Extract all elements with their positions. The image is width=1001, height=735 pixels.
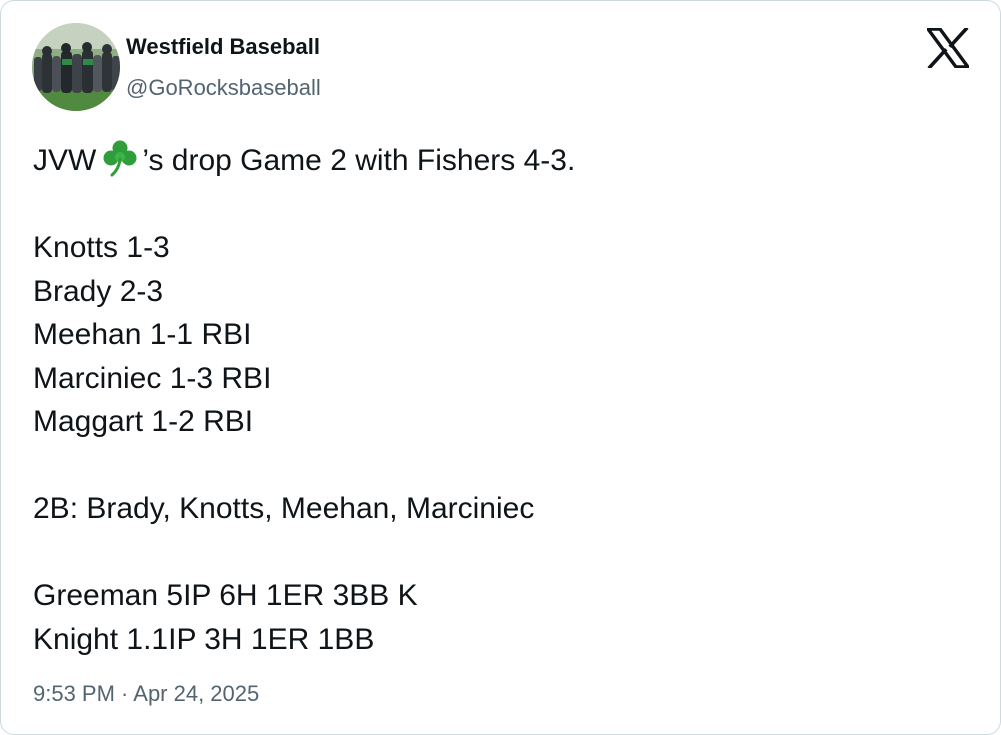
avatar-photo: [32, 23, 120, 111]
pitching-line: Knight 1.1IP 3H 1ER 1BB: [33, 622, 375, 656]
avatar[interactable]: [32, 23, 120, 111]
stat-line: Marciniec 1-3 RBI: [33, 361, 272, 395]
pitching-line: Greeman 5IP 6H 1ER 3BB K: [33, 579, 418, 612]
tweet-headline: JVW ’s drop Game 2 with Fishers 4-3.: [33, 139, 973, 183]
doubles-line: 2B: Brady, Knotts, Meehan, Marciniec: [33, 492, 535, 525]
headline-text: ’s drop Game 2 with Fishers 4-3.: [142, 144, 576, 177]
stat-line: Meehan 1-1 RBI: [33, 318, 252, 351]
headline-prefix: JVW: [33, 144, 97, 177]
x-logo-icon[interactable]: [927, 28, 969, 68]
author-handle[interactable]: @GoRocksbaseball: [126, 74, 321, 102]
stat-line: Maggart 1-2 RBI: [33, 405, 254, 438]
tweet-card: Westfield Baseball @GoRocksbaseball JVW ’…: [0, 0, 1001, 735]
shamrock-icon: [103, 140, 137, 177]
stat-line: Knotts 1-3: [33, 231, 170, 264]
tweet-text: JVW ’s drop Game 2 with Fishers 4-3. Knot…: [33, 139, 973, 661]
author-name[interactable]: Westfield Baseball: [126, 33, 320, 61]
stat-line: Brady 2-3: [33, 274, 164, 308]
tweet-timestamp[interactable]: 9:53 PM · Apr 24, 2025: [33, 679, 259, 709]
